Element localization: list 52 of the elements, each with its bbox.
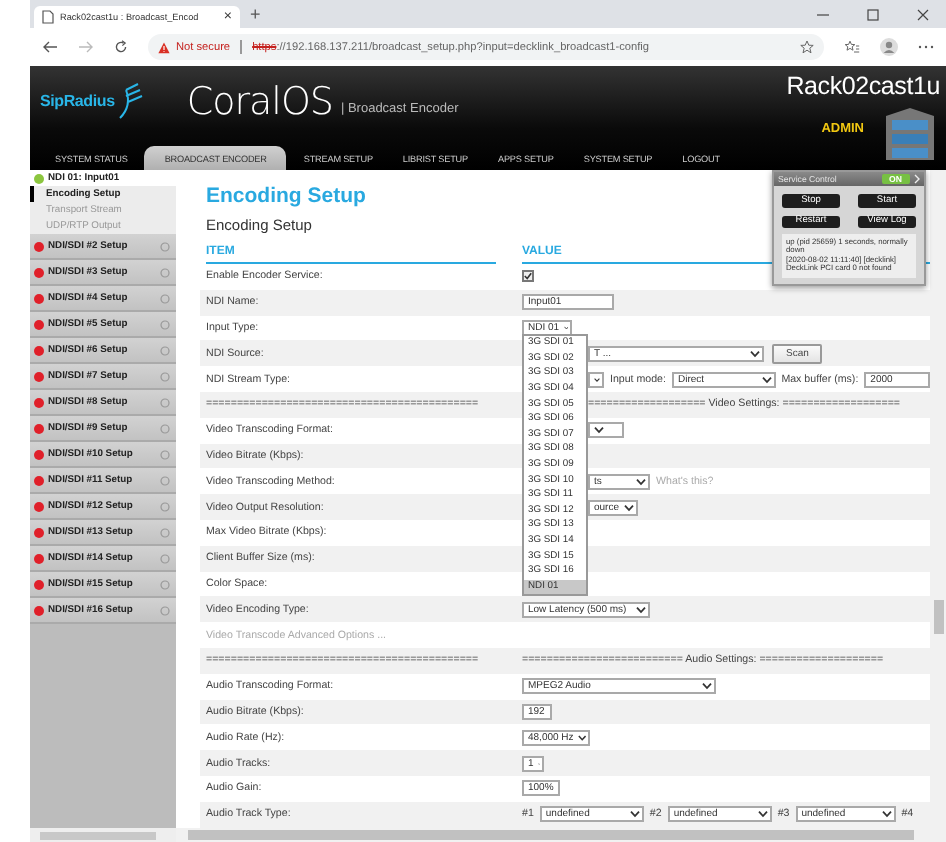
ring-icon[interactable] <box>160 319 170 329</box>
ring-icon[interactable] <box>160 449 170 459</box>
chevron-icon <box>881 810 892 819</box>
dropdown[interactable] <box>588 422 624 439</box>
chevron-icon <box>594 426 604 435</box>
star-icon[interactable] <box>800 40 814 54</box>
ring-icon[interactable] <box>160 267 170 277</box>
scrollbar-thumb[interactable] <box>933 600 943 634</box>
reload-icon[interactable] <box>114 40 128 54</box>
maximize-icon[interactable] <box>866 7 880 21</box>
ring-icon[interactable] <box>160 475 170 485</box>
ring-icon[interactable] <box>160 371 170 381</box>
ring-icon[interactable] <box>160 501 170 511</box>
check-icon <box>524 272 532 281</box>
chevron-icon <box>702 682 712 691</box>
more-icon[interactable] <box>918 44 934 50</box>
close-icon[interactable] <box>916 7 930 21</box>
chevron-icon <box>624 503 634 512</box>
ring-icon[interactable] <box>160 579 170 589</box>
profile-icon[interactable] <box>880 38 898 56</box>
page-title: Encoding Setup <box>206 184 366 208</box>
server-icon <box>880 104 940 164</box>
ring-icon[interactable] <box>160 293 170 303</box>
ring-icon[interactable] <box>160 397 170 407</box>
chevron-icon <box>750 349 760 358</box>
back-icon[interactable] <box>42 40 58 54</box>
favorites-icon[interactable] <box>844 40 860 54</box>
chevron-icon <box>636 605 646 614</box>
ring-icon[interactable] <box>160 553 170 563</box>
ring-icon[interactable] <box>160 605 170 615</box>
chevron-icon <box>757 810 768 819</box>
chevron-icon <box>577 733 586 742</box>
logo-text: SipRadius <box>40 92 115 110</box>
page-icon <box>42 10 54 24</box>
forward-icon[interactable] <box>78 40 94 54</box>
ring-icon[interactable] <box>160 241 170 251</box>
new-tab-button[interactable]: + <box>250 5 261 23</box>
chevron-icon <box>594 375 600 384</box>
ring-icon[interactable] <box>160 345 170 355</box>
chevron-icon <box>761 375 772 384</box>
ring-icon[interactable] <box>160 527 170 537</box>
chevron-icon <box>629 810 640 819</box>
scrollbar-thumb[interactable] <box>188 829 914 840</box>
checkbox[interactable] <box>522 270 534 283</box>
waves-icon <box>114 81 147 121</box>
chevron-icon <box>636 477 646 486</box>
chevron-icon[interactable] <box>914 174 920 184</box>
ring-icon[interactable] <box>160 423 170 433</box>
warning-icon <box>158 41 170 53</box>
scrollbar-thumb[interactable] <box>40 831 156 839</box>
hostname: Rack02cast1u <box>786 72 940 100</box>
product-name: CoralOS <box>186 79 333 123</box>
